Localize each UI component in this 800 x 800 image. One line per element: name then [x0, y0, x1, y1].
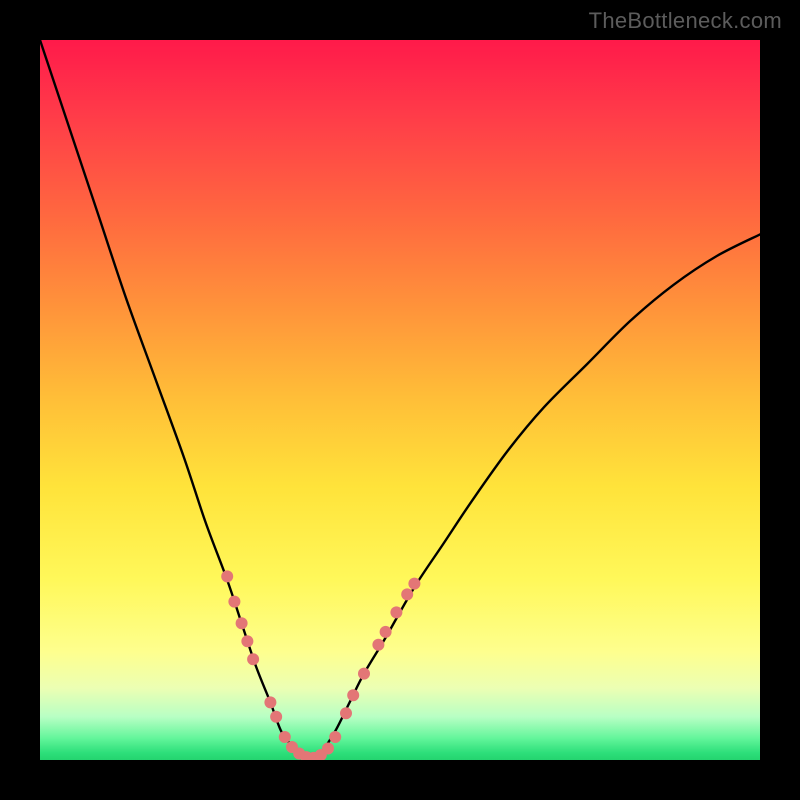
highlight-dot [380, 626, 392, 638]
bottleneck-curve-right [312, 234, 760, 758]
plot-area [40, 40, 760, 760]
highlight-dot [329, 731, 341, 743]
highlight-dot [347, 689, 359, 701]
highlight-dot [372, 639, 384, 651]
highlight-dots [221, 570, 420, 760]
highlight-dot [279, 731, 291, 743]
bottleneck-curve-left [40, 40, 312, 759]
highlight-dot [358, 668, 370, 680]
highlight-dot [322, 742, 334, 754]
highlight-dot [264, 696, 276, 708]
chart-frame: TheBottleneck.com [0, 0, 800, 800]
highlight-dot [401, 588, 413, 600]
highlight-dot [221, 570, 233, 582]
highlight-dot [390, 606, 402, 618]
highlight-dot [236, 617, 248, 629]
highlight-dot [247, 653, 259, 665]
highlight-dot [270, 711, 282, 723]
highlight-dot [241, 635, 253, 647]
highlight-dot [408, 578, 420, 590]
highlight-dot [340, 707, 352, 719]
highlight-dot [228, 596, 240, 608]
watermark-text: TheBottleneck.com [589, 8, 782, 34]
curve-layer [40, 40, 760, 760]
